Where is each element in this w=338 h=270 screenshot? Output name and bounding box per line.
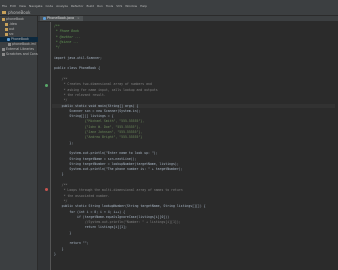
- code-line: }: [54, 246, 64, 251]
- code-line: */: [54, 98, 68, 103]
- editor-gutter: [38, 22, 51, 270]
- java-class-icon: [7, 38, 10, 41]
- code-line: return "";: [54, 241, 89, 246]
- library-icon: [2, 48, 5, 51]
- code-line: /**: [54, 24, 60, 28]
- code-line: * Phone Book: [54, 29, 79, 34]
- code-line: * the associated number.: [54, 193, 110, 198]
- code-line: {"Andrew Bright", "555-55555"}: [54, 135, 143, 140]
- code-line: }: [54, 230, 72, 235]
- code-line: public static String lookupNumber(String…: [54, 204, 206, 209]
- folder-icon: [2, 18, 5, 21]
- close-icon[interactable]: ×: [77, 16, 80, 21]
- code-line: * Loops through the multi-dimensional ar…: [54, 188, 183, 193]
- code-line: Scanner scn = new Scanner(System.in);: [54, 108, 141, 113]
- code-line: */: [54, 198, 68, 203]
- code-line: };: [54, 140, 74, 145]
- folder-icon: [5, 28, 8, 31]
- folder-icon: [5, 33, 8, 36]
- code-line: if (targetName.equalsIgnoreCase(listings…: [54, 214, 170, 219]
- code-line: return listings[i][1];: [54, 225, 127, 230]
- code-line: String targetName = scn.nextLine();: [54, 156, 137, 161]
- run-main-icon[interactable]: [45, 84, 48, 87]
- code-line: * Creates two-dimensional array of numbe…: [54, 82, 152, 87]
- scratch-icon: [2, 53, 5, 56]
- code-line: * @author ...: [54, 34, 81, 39]
- code-line: * the relevant result.: [54, 92, 106, 97]
- code-line: /**: [54, 183, 68, 187]
- code-line: * asking for name input, calls lookup an…: [54, 87, 158, 92]
- code-line: /**: [54, 77, 68, 81]
- navigation-bar: phoneBook: [0, 9, 338, 16]
- java-class-icon: [43, 17, 46, 20]
- code-line: */: [54, 45, 60, 50]
- tab-label: PhoneBook.java: [47, 16, 75, 20]
- breakpoint-icon[interactable]: [45, 188, 48, 191]
- project-tree: phoneBook .idea out src PhoneBook phoneBook.i…: [0, 16, 44, 270]
- file-icon: [8, 43, 11, 46]
- code-line: {"John W. Doe", "555-55555"},: [54, 124, 141, 129]
- code-line: String targetNumber = lookupNumber(targe…: [54, 161, 179, 166]
- folder-icon: [5, 23, 8, 26]
- code-line: System.out.println("Enter name to look u…: [54, 151, 158, 156]
- code-editor[interactable]: /** * Phone Book * @author ... * @since …: [52, 22, 338, 270]
- project-breadcrumb[interactable]: phoneBook: [8, 10, 30, 15]
- code-line: import java.util.Scanner;: [54, 55, 102, 60]
- code-line: }: [54, 251, 56, 256]
- code-line: {"Jane Johnson", "555-55555"},: [54, 130, 143, 134]
- code-line: public static void main(String[] args) {: [54, 103, 139, 108]
- code-line: System.out.println("The phone number is:…: [54, 167, 183, 172]
- code-line: }: [54, 172, 64, 177]
- tab-phonebook-java[interactable]: PhoneBook.java ×: [40, 16, 83, 21]
- folder-icon: [2, 10, 6, 14]
- code-line: //System.out.println("Number: " + listin…: [54, 220, 181, 225]
- code-line: for (int i = 0; i < 4; i++) {: [54, 209, 126, 214]
- code-line: {"Michael Smith", "555-55555"},: [54, 119, 145, 124]
- code-line: * @since ...: [54, 39, 79, 44]
- code-line: public class PhoneBook {: [54, 66, 101, 71]
- code-line: String[][] listings = {: [54, 114, 114, 119]
